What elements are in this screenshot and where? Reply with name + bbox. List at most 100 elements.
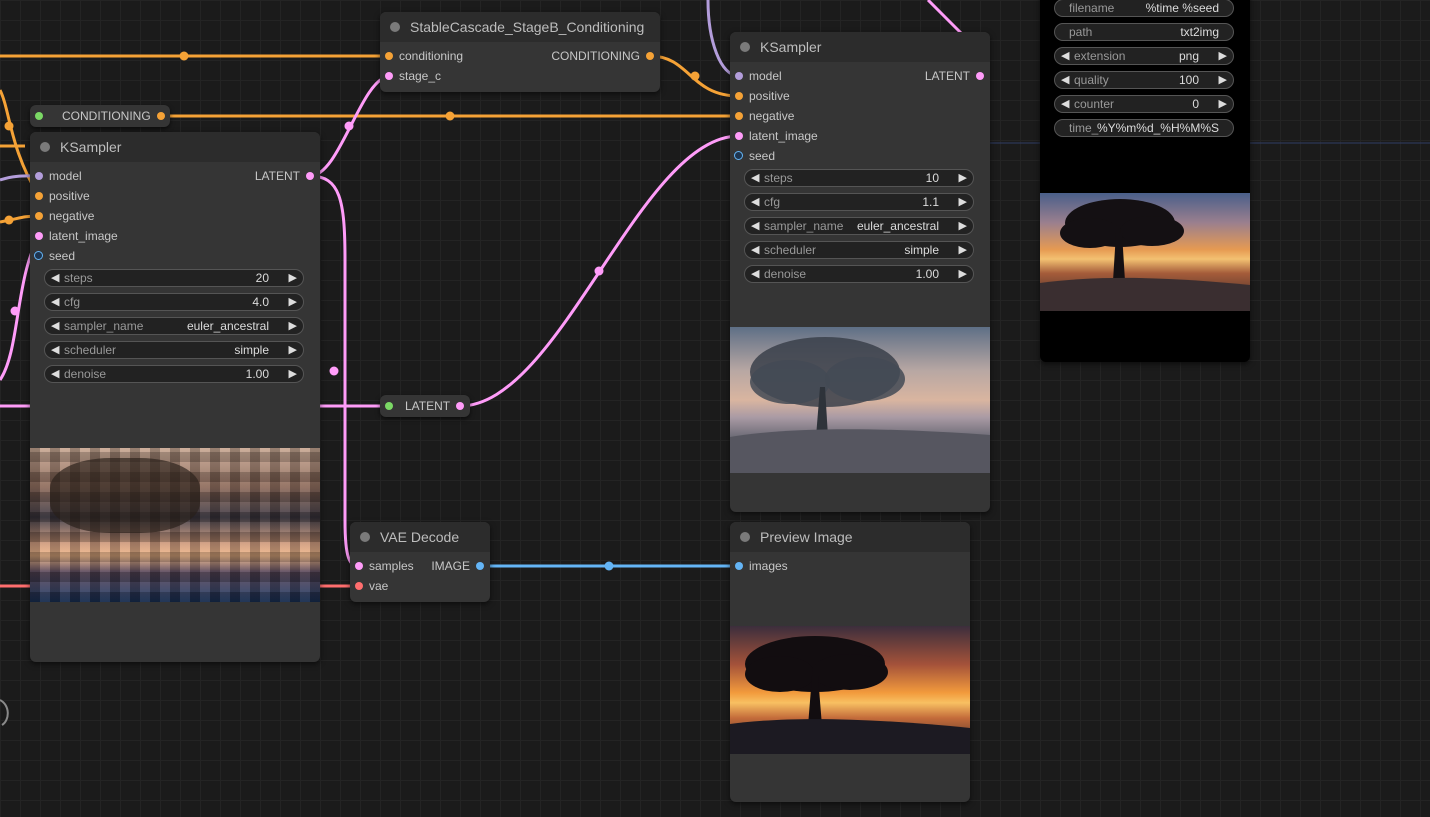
input-negative-dot[interactable] [735,112,743,120]
latent-preview-image [30,448,320,602]
input-seed-dot[interactable] [734,151,743,160]
increment-arrow-icon[interactable]: ▶ [1219,73,1227,86]
quality-widget[interactable]: ◀ quality 100 ▶ [1054,71,1234,89]
decrement-arrow-icon[interactable]: ◀ [751,219,759,232]
widget-label: denoise [64,367,107,381]
collapse-dot-icon[interactable] [390,22,400,32]
denoise-widget[interactable]: ◀ denoise 1.00 ▶ [744,265,974,283]
decrement-arrow-icon[interactable]: ◀ [751,267,759,280]
denoise-widget[interactable]: ◀ denoise 1.00 ▶ [44,365,304,383]
widget-label: counter [1074,97,1115,111]
decrement-arrow-icon[interactable]: ◀ [1061,97,1069,110]
increment-arrow-icon[interactable]: ▶ [289,295,297,308]
vae-decode-node[interactable]: VAE Decode samples vae IMAGE [350,522,490,602]
increment-arrow-icon[interactable]: ▶ [289,319,297,332]
input-negative-dot[interactable] [35,212,43,220]
widget-value: %Y%m%d_%H%M%S [1096,121,1219,135]
increment-arrow-icon[interactable]: ▶ [959,267,967,280]
node-title-bar[interactable]: KSampler [730,32,990,62]
reroute-conditioning[interactable]: CONDITIONING [30,105,170,127]
increment-arrow-icon[interactable]: ▶ [959,243,967,256]
decrement-arrow-icon[interactable]: ◀ [751,195,759,208]
decrement-arrow-icon[interactable]: ◀ [51,271,59,284]
node-title-bar[interactable]: Preview Image [730,522,970,552]
input-model-dot[interactable] [735,72,743,80]
input-positive-dot[interactable] [735,92,743,100]
collapse-dot-icon[interactable] [740,42,750,52]
cfg-widget[interactable]: ◀ cfg 4.0 ▶ [44,293,304,311]
input-positive-dot[interactable] [35,192,43,200]
output-image-dot[interactable] [476,562,484,570]
input-vae-dot[interactable] [355,582,363,590]
collapse-dot-icon[interactable] [40,142,50,152]
input-model-label: model [749,69,782,83]
widget-label: quality [1074,73,1109,87]
increment-arrow-icon[interactable]: ▶ [289,271,297,284]
stageb-conditioning-node[interactable]: StableCascade_StageB_Conditioning condit… [380,12,660,92]
increment-arrow-icon[interactable]: ▶ [289,367,297,380]
output-latent-dot[interactable] [976,72,984,80]
widget-value: txt2img [1180,25,1219,39]
output-latent-dot[interactable] [306,172,314,180]
widget-value: 1.00 [245,367,269,381]
ksampler-preview-image [730,327,990,473]
reroute-latent[interactable]: LATENT [380,395,470,417]
collapse-dot-icon[interactable] [740,532,750,542]
cfg-widget[interactable]: ◀ cfg 1.1 ▶ [744,193,974,211]
input-seed-dot[interactable] [34,251,43,260]
node-title-bar[interactable]: StableCascade_StageB_Conditioning [380,12,660,42]
save-image-node[interactable]: filename %time %seed path txt2img ◀ exte… [1040,0,1250,362]
extension-widget[interactable]: ◀ extension png ▶ [1054,47,1234,65]
saved-image-preview [1040,193,1250,311]
time-format-widget[interactable]: time_ %Y%m%d_%H%M%S [1054,119,1234,137]
node-title-bar[interactable]: KSampler [30,132,320,162]
reroute-output-dot[interactable] [157,112,165,120]
reroute-output-dot[interactable] [456,402,464,410]
steps-widget[interactable]: ◀ steps 20 ▶ [44,269,304,287]
decrement-arrow-icon[interactable]: ◀ [1061,73,1069,86]
input-negative-label: negative [49,209,95,223]
input-samples-dot[interactable] [355,562,363,570]
preview-image-node[interactable]: Preview Image images [730,522,970,802]
decrement-arrow-icon[interactable]: ◀ [51,367,59,380]
decrement-arrow-icon[interactable]: ◀ [751,171,759,184]
ksampler-node-1[interactable]: KSampler model positive negative latent_… [30,132,320,662]
decrement-arrow-icon[interactable]: ◀ [51,319,59,332]
decrement-arrow-icon[interactable]: ◀ [751,243,759,256]
widget-value: 0 [1192,97,1199,111]
input-images-dot[interactable] [735,562,743,570]
widget-value: 10 [925,171,939,185]
increment-arrow-icon[interactable]: ▶ [1219,49,1227,62]
output-image-label: IMAGE [431,559,470,573]
input-conditioning-dot[interactable] [385,52,393,60]
increment-arrow-icon[interactable]: ▶ [1219,97,1227,110]
node-title-bar[interactable]: VAE Decode [350,522,490,552]
steps-widget[interactable]: ◀ steps 10 ▶ [744,169,974,187]
output-conditioning-dot[interactable] [646,52,654,60]
collapse-dot-icon[interactable] [360,532,370,542]
ksampler-node-2[interactable]: KSampler model positive negative latent_… [730,32,990,512]
reroute-input-dot[interactable] [35,112,43,120]
sampler-name-widget[interactable]: ◀ sampler_name euler_ancestral ▶ [744,217,974,235]
sampler-name-widget[interactable]: ◀ sampler_name euler_ancestral ▶ [44,317,304,335]
path-widget[interactable]: path txt2img [1054,23,1234,41]
input-model-dot[interactable] [35,172,43,180]
decrement-arrow-icon[interactable]: ◀ [1061,49,1069,62]
decrement-arrow-icon[interactable]: ◀ [51,295,59,308]
input-stage-c-dot[interactable] [385,72,393,80]
counter-widget[interactable]: ◀ counter 0 ▶ [1054,95,1234,113]
input-seed-label: seed [49,249,76,263]
input-latent-image-dot[interactable] [35,232,43,240]
widget-label: denoise [764,267,807,281]
output-latent-label: LATENT [254,169,300,183]
decrement-arrow-icon[interactable]: ◀ [51,343,59,356]
increment-arrow-icon[interactable]: ▶ [959,219,967,232]
reroute-input-dot[interactable] [385,402,393,410]
scheduler-widget[interactable]: ◀ scheduler simple ▶ [44,341,304,359]
increment-arrow-icon[interactable]: ▶ [959,171,967,184]
scheduler-widget[interactable]: ◀ scheduler simple ▶ [744,241,974,259]
filename-widget[interactable]: filename %time %seed [1054,0,1234,17]
increment-arrow-icon[interactable]: ▶ [289,343,297,356]
increment-arrow-icon[interactable]: ▶ [959,195,967,208]
input-latent-image-dot[interactable] [735,132,743,140]
